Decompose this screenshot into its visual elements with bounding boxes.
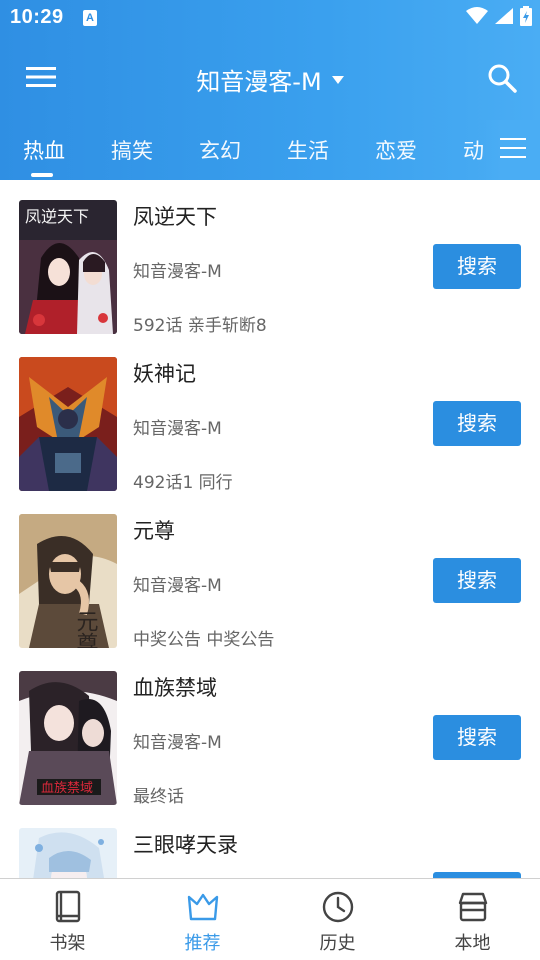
cover-image: 元尊 — [19, 514, 117, 648]
search-button[interactable]: 搜索 — [433, 401, 521, 446]
status-time: 10:29 — [10, 6, 64, 28]
cover-title-text: 凤逆天下 — [25, 207, 89, 226]
comic-list: 凤逆天下 凤逆天下 知音漫客-M 592话 亲手斩断8 搜索 妖神记 知音漫客-… — [0, 180, 540, 878]
status-bar: 10:29 A — [0, 0, 540, 36]
wifi-icon — [466, 7, 488, 24]
clock-icon — [322, 891, 353, 923]
comic-source: 知音漫客-M — [133, 733, 222, 753]
comic-latest-chapter: 中奖公告 中奖公告 — [133, 630, 275, 650]
cover-image — [19, 357, 117, 491]
cover-image: 血族禁域 — [19, 671, 117, 805]
crown-icon — [187, 893, 218, 921]
tab-rexue[interactable]: 热血 — [23, 135, 65, 165]
comic-source: 知音漫客-M — [133, 262, 222, 282]
comic-title: 妖神记 — [133, 362, 196, 386]
comic-title: 三眼哮天录 — [133, 833, 238, 857]
tab-lianai[interactable]: 恋爱 — [375, 135, 417, 165]
signal-icon — [495, 8, 513, 24]
comic-latest-chapter: 最终话 — [133, 787, 184, 807]
tab-dong[interactable]: 动 — [463, 135, 484, 165]
bottom-navigation: 书架 推荐 历史 本地 — [0, 878, 540, 960]
comic-title: 血族禁域 — [133, 676, 217, 700]
toolbar: 知音漫客-M — [0, 36, 540, 120]
notification-icon: A — [83, 10, 97, 26]
nav-recommend[interactable]: 推荐 — [135, 879, 270, 960]
book-icon — [55, 890, 80, 923]
comic-title: 凤逆天下 — [133, 205, 217, 229]
nav-local[interactable]: 本地 — [405, 879, 540, 960]
comic-source: 知音漫客-M — [133, 419, 222, 439]
store-icon — [458, 892, 487, 922]
comic-latest-chapter: 592话 亲手斩断8 — [133, 316, 267, 336]
battery-icon — [520, 6, 532, 26]
cover-title-text: 元尊 — [73, 610, 98, 648]
tab-xuanhuan[interactable]: 玄幻 — [199, 135, 241, 165]
comic-source: 知音漫客-M — [133, 576, 222, 596]
search-button[interactable]: 搜索 — [433, 558, 521, 603]
dropdown-caret-icon — [331, 76, 344, 84]
list-item[interactable]: 妖神记 知音漫客-M 492话1 同行 搜索 — [0, 337, 540, 494]
list-item[interactable]: 血族禁域 血族禁域 知音漫客-M 最终话 搜索 — [0, 651, 540, 808]
nav-label: 本地 — [454, 933, 491, 954]
nav-label: 推荐 — [184, 933, 221, 954]
list-item[interactable]: 元尊 元尊 知音漫客-M 中奖公告 中奖公告 搜索 — [0, 494, 540, 651]
cover-image — [19, 828, 117, 878]
app-header: 10:29 A 知音漫客-M 热血 搞笑 玄幻 生活 恋爱 动 — [0, 0, 540, 180]
category-tabs: 热血 搞笑 玄幻 生活 恋爱 动 — [0, 120, 540, 180]
tab-shenghuo[interactable]: 生活 — [287, 135, 329, 165]
nav-label: 书架 — [49, 933, 86, 954]
tab-gaoxiao[interactable]: 搞笑 — [111, 135, 153, 165]
comic-latest-chapter: 492话1 同行 — [133, 473, 233, 493]
search-icon[interactable] — [486, 62, 518, 94]
nav-bookshelf[interactable]: 书架 — [0, 879, 135, 960]
status-icons — [466, 6, 532, 26]
nav-history[interactable]: 历史 — [270, 879, 405, 960]
list-item[interactable]: 凤逆天下 凤逆天下 知音漫客-M 592话 亲手斩断8 搜索 — [0, 180, 540, 337]
comic-title: 元尊 — [133, 519, 175, 543]
tabs-menu-icon[interactable] — [500, 136, 526, 160]
page-title: 知音漫客-M — [196, 68, 322, 96]
cover-image: 凤逆天下 — [19, 200, 117, 334]
source-selector[interactable]: 知音漫客-M — [0, 62, 540, 97]
list-item[interactable]: 三眼哮天录 搜索 — [0, 808, 540, 878]
nav-label: 历史 — [319, 933, 356, 954]
cover-title-text: 血族禁域 — [41, 780, 93, 796]
search-button[interactable]: 搜索 — [433, 715, 521, 760]
tab-indicator — [31, 173, 53, 177]
search-button[interactable]: 搜索 — [433, 244, 521, 289]
